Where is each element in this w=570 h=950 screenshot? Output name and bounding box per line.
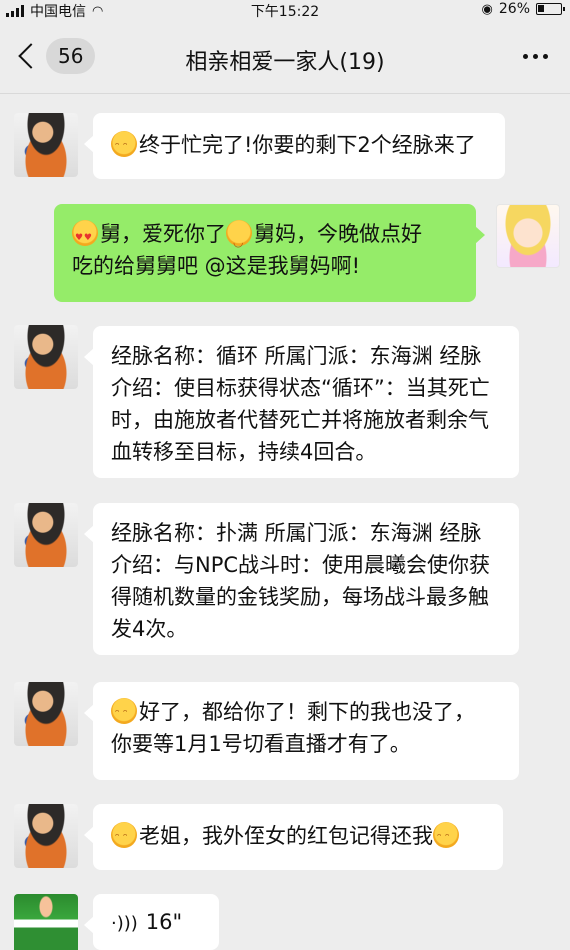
grin-emoji-icon xyxy=(111,822,137,854)
message-text: 舅妈，今晚做点好 xyxy=(254,222,422,246)
chat-title: 相亲相爱一家人(19) xyxy=(185,50,385,75)
message-text: 老姐，我外侄女的红包记得还我 xyxy=(139,824,433,848)
message-text: 终于忙完了!你要的剩下2个经脉来了 xyxy=(139,133,476,157)
message-line: 介绍：使目标获得状态“循环”：当其死亡 xyxy=(111,376,490,400)
message-line: 介绍：与NPC战斗时：使用晨曦会使你获 xyxy=(111,553,491,577)
message-line: 你要等1月1号切看直播才有了。 xyxy=(111,732,411,756)
chat-header: 56 相亲相爱一家人(19) xyxy=(0,20,570,94)
message-bubble[interactable]: 经脉名称：扑满 所属门派：东海渊 经脉 介绍：与NPC战斗时：使用晨曦会使你获 … xyxy=(84,503,519,655)
message-bubble[interactable]: 经脉名称：循环 所属门派：东海渊 经脉 介绍：使目标获得状态“循环”：当其死亡 … xyxy=(84,326,519,478)
sender-avatar[interactable] xyxy=(14,325,78,389)
message-line: 舅，爱死你了 舅妈，今晚做点好 xyxy=(72,218,458,258)
more-options-button[interactable] xyxy=(523,54,548,59)
sender-avatar[interactable] xyxy=(14,113,78,177)
smile-emoji-icon xyxy=(226,220,252,258)
message-line: 得随机数量的金钱奖励，每场战斗最多触 xyxy=(111,585,489,609)
sender-avatar[interactable] xyxy=(14,894,78,950)
message-line: 经脉名称：循环 所属门派：东海渊 经脉 xyxy=(111,344,482,368)
message-line: 发4次。 xyxy=(111,617,188,641)
self-avatar[interactable] xyxy=(496,204,560,268)
sender-avatar[interactable] xyxy=(14,804,78,868)
message-line: 好了，都给你了！剩下的我也没了， xyxy=(111,696,501,730)
voice-message-bubble[interactable]: ·))) 16" xyxy=(84,894,219,950)
message-bubble[interactable]: 终于忙完了!你要的剩下2个经脉来了 xyxy=(84,113,505,179)
grin-emoji-icon xyxy=(433,822,459,854)
heart-eyes-emoji-icon xyxy=(72,220,98,254)
more-dot-icon xyxy=(533,54,538,59)
message-line: 吃的给舅舅吧 @这是我舅妈啊! xyxy=(72,254,361,278)
status-right: ◉ 26% xyxy=(481,1,565,17)
grin-emoji-icon xyxy=(111,131,137,163)
more-dot-icon xyxy=(523,54,528,59)
more-dot-icon xyxy=(543,54,548,59)
message-line: 血转移至目标，持续4回合。 xyxy=(111,440,377,464)
message-text: 舅，爱死你了 xyxy=(100,222,226,246)
message-bubble[interactable]: 老姐，我外侄女的红包记得还我 xyxy=(84,804,503,870)
status-bar: 中国电信 ◠ 下午15:22 ◉ 26% xyxy=(0,0,570,20)
sender-avatar[interactable] xyxy=(14,503,78,567)
lock-rotation-icon: ◉ xyxy=(481,1,493,17)
message-line: 时，由施放者代替死亡并将施放者剩余气 xyxy=(111,408,489,432)
voice-duration: 16" xyxy=(145,910,183,934)
sender-avatar[interactable] xyxy=(14,682,78,746)
message-bubble[interactable]: 好了，都给你了！剩下的我也没了， 你要等1月1号切看直播才有了。 xyxy=(84,682,519,780)
message-bubble-self[interactable]: 舅，爱死你了 舅妈，今晚做点好 吃的给舅舅吧 @这是我舅妈啊! xyxy=(54,204,485,302)
battery-percent: 26% xyxy=(498,1,530,17)
grin-emoji-icon xyxy=(111,698,137,730)
message-text: 好了，都给你了！剩下的我也没了， xyxy=(139,700,475,724)
battery-icon xyxy=(536,3,565,15)
voice-wave-icon: ·))) xyxy=(111,913,138,934)
message-line: 经脉名称：扑满 所属门派：东海渊 经脉 xyxy=(111,521,482,545)
